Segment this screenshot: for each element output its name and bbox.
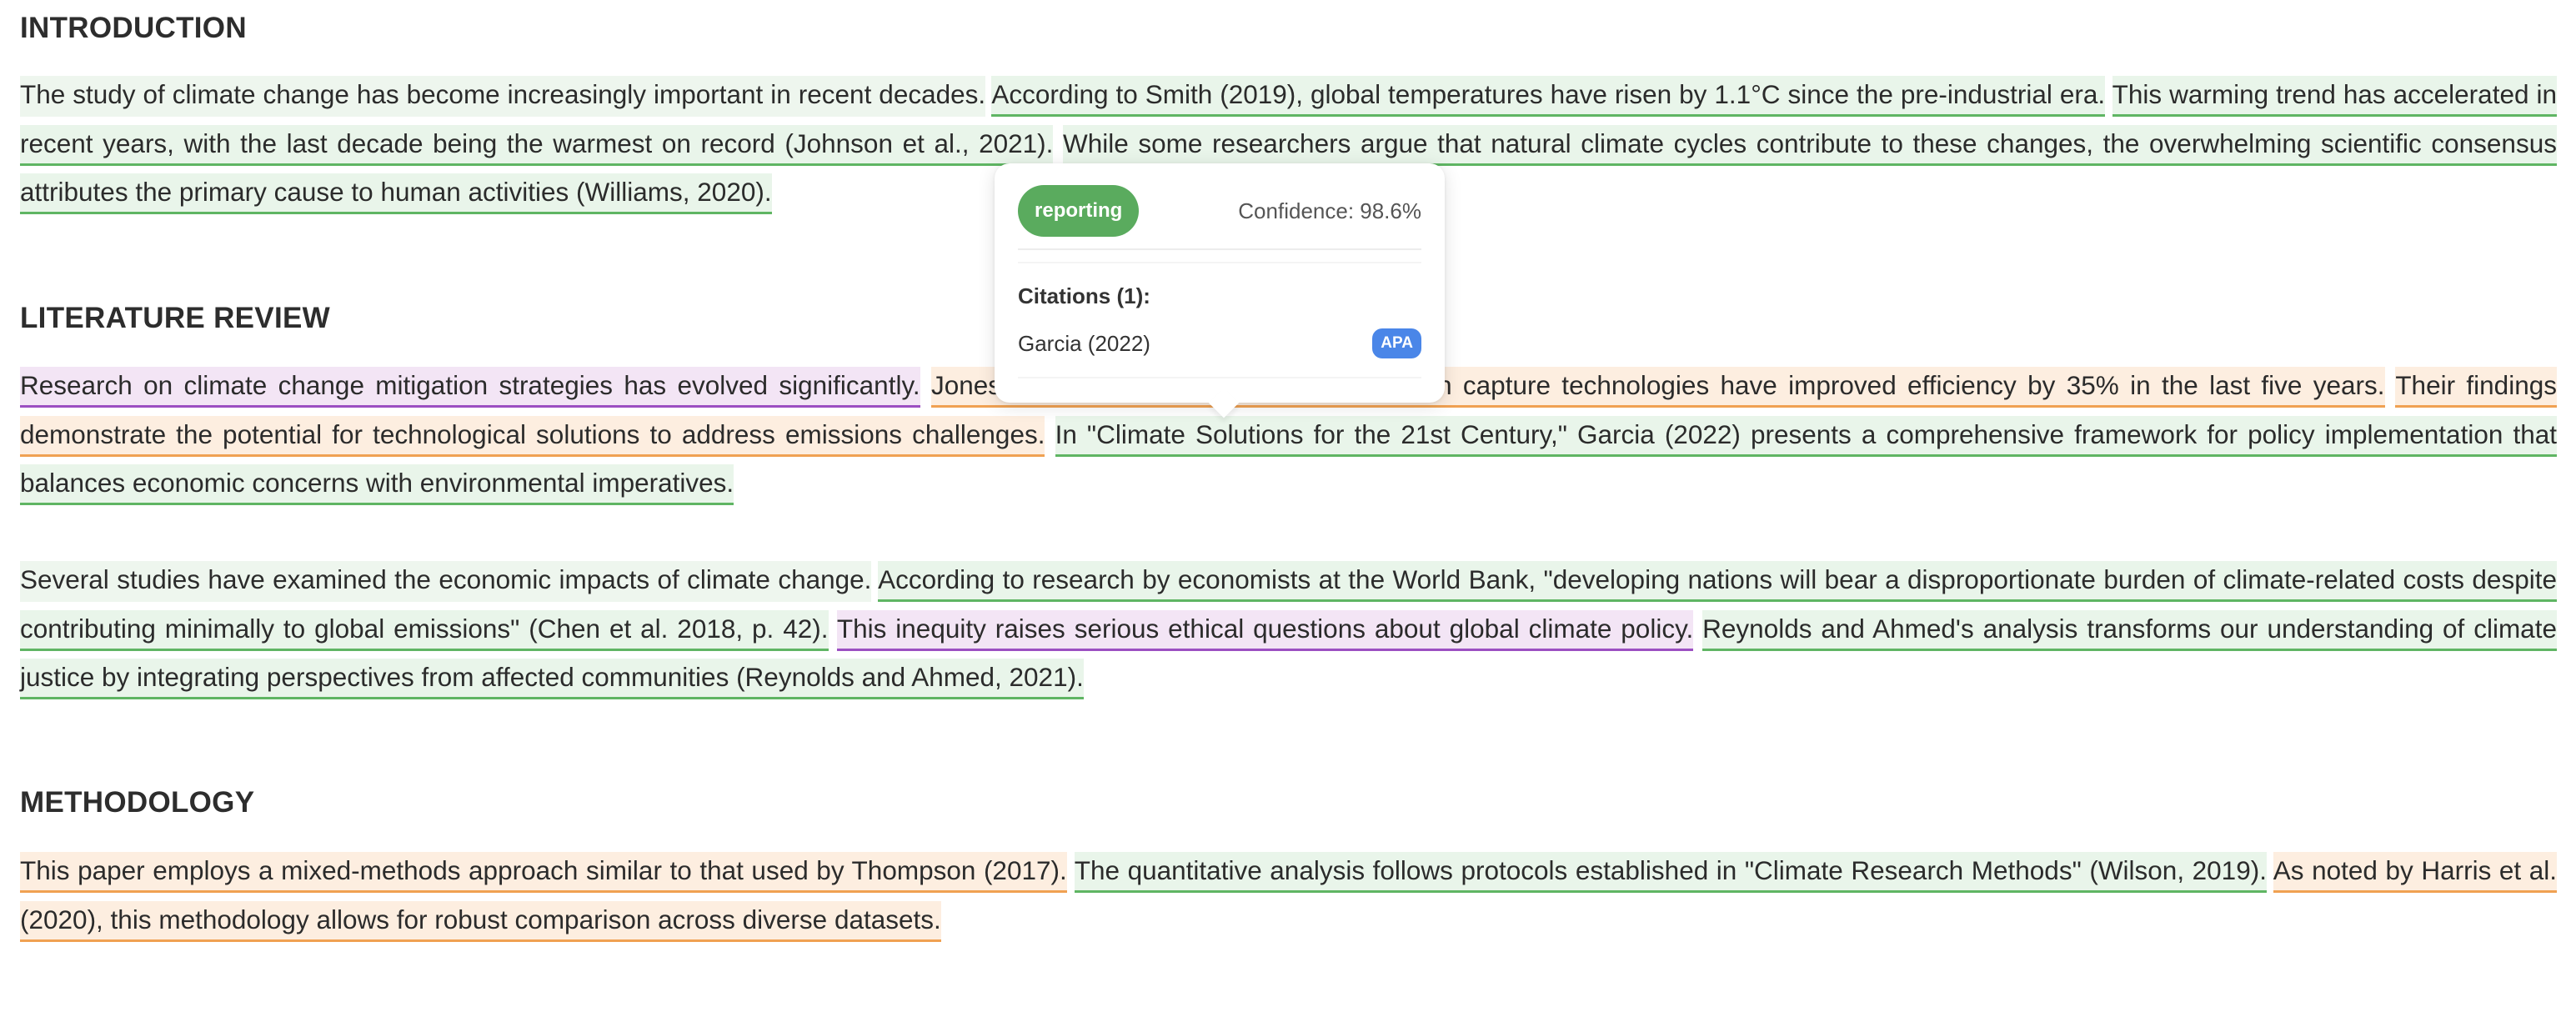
- sentence-intro-1[interactable]: The study of climate change has become i…: [20, 76, 986, 117]
- paragraph-methodology: This paper employs a mixed-methods appro…: [20, 846, 2557, 944]
- citations-heading: Citations (1):: [1018, 283, 1150, 308]
- popover-divider: [1018, 262, 1421, 263]
- sentence-type-pill: reporting: [1018, 185, 1140, 237]
- popover-divider: [1018, 377, 1421, 378]
- section-heading-methodology: METHODOLOGY: [20, 786, 255, 819]
- sentence-method-2[interactable]: The quantitative analysis follows protoc…: [1074, 852, 2267, 893]
- sentence-lit-7[interactable]: This inequity raises serious ethical que…: [836, 609, 1694, 651]
- sentence-lit-1[interactable]: Research on climate change mitigation st…: [20, 367, 920, 408]
- sentence-lit-5[interactable]: Several studies have examined the econom…: [20, 561, 872, 602]
- citation-style-badge: APA: [1372, 328, 1421, 358]
- paragraph-literature-2: Several studies have examined the econom…: [20, 555, 2557, 702]
- citation-name[interactable]: Garcia (2022): [1018, 331, 1150, 357]
- popover-header: reporting Confidence: 98.6%: [1018, 185, 1421, 237]
- section-heading-literature-review: LITERATURE REVIEW: [20, 302, 330, 334]
- popover-divider: [1018, 248, 1421, 250]
- citation-popover: reporting Confidence: 98.6% Citations (1…: [995, 163, 1445, 403]
- citation-row[interactable]: Garcia (2022) APA: [1018, 327, 1421, 360]
- sentence-intro-2[interactable]: According to Smith (2019), global temper…: [991, 76, 2106, 117]
- section-heading-introduction: INTRODUCTION: [20, 12, 247, 44]
- sentence-method-1[interactable]: This paper employs a mixed-methods appro…: [20, 852, 1067, 893]
- confidence-score: Confidence: 98.6%: [1238, 198, 1421, 223]
